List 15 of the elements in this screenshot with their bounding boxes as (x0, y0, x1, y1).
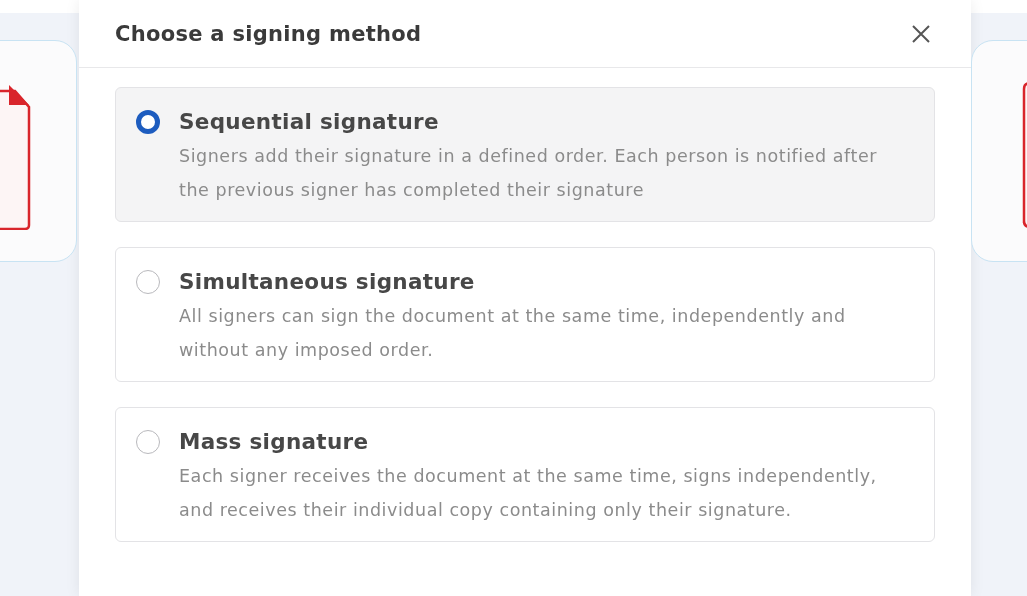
close-icon[interactable] (911, 23, 931, 44)
option-description: Each signer receives the document at the same time, signs independently, and receives their individual copy containing only their signature. (179, 465, 878, 522)
signing-option[interactable]: Mass signature Each signer receives the document at the same time, signs independently, and receives their individual copy containing only their signature. (115, 407, 935, 542)
radio-button[interactable] (136, 270, 160, 294)
radio-button[interactable] (136, 110, 160, 134)
option-description: Signers add their signature in a defined order. Each person is notified after the previous signer has completed their signature (179, 145, 878, 202)
signing-option[interactable]: Sequential signature Signers add their signature in a defined order. Each person is notified after the previous signer has completed their signature (115, 87, 935, 222)
option-description: All signers can sign the document at the same time, independently and without any imposed order. (179, 305, 847, 362)
signing-option[interactable]: Simultaneous signature All signers can sign the document at the same time, independently and without any imposed order. (115, 247, 935, 382)
option-title: Sequential signature (179, 108, 440, 136)
option-title: Mass signature (179, 428, 370, 456)
radio-button[interactable] (136, 430, 160, 454)
document-icon (0, 82, 31, 230)
dialog-title: Choose a signing method (115, 21, 422, 46)
option-title: Simultaneous signature (179, 268, 476, 296)
